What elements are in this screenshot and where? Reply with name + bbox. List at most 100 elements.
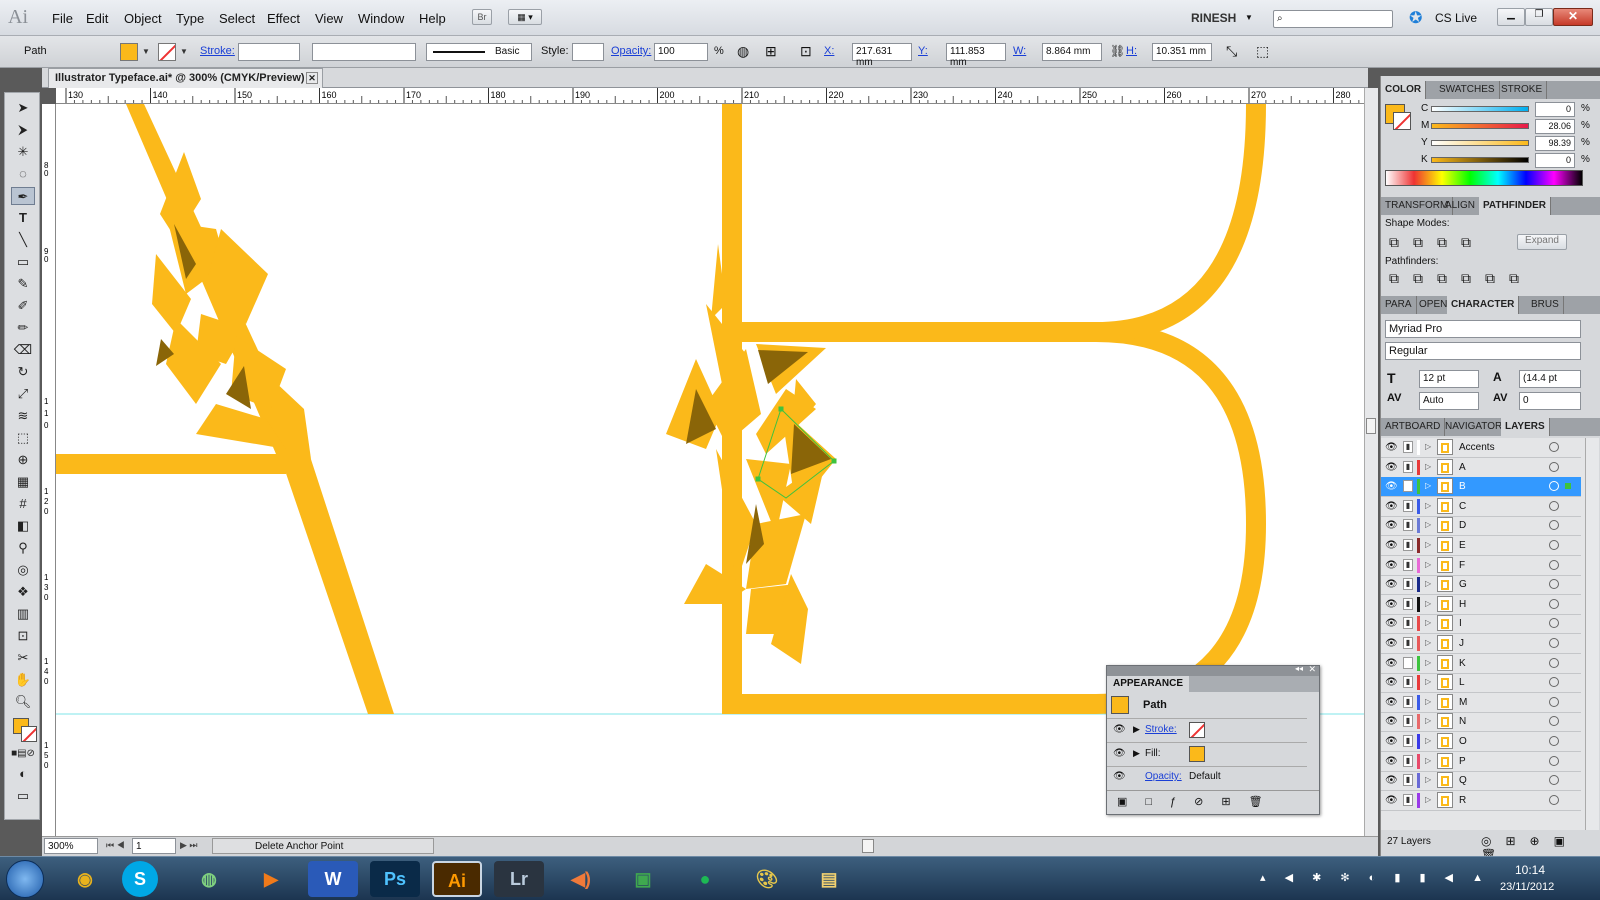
visibility-eye-icon[interactable]: 👁︎ <box>1385 520 1398 531</box>
lock-icon[interactable]: ▮ <box>1403 499 1413 512</box>
word-taskbar-icon[interactable]: W <box>308 861 358 897</box>
layer-row[interactable]: 👁︎ ▮ ▷ D <box>1381 516 1581 537</box>
visibility-eye-icon[interactable]: 👁︎ <box>1385 677 1398 688</box>
visibility-eye-icon[interactable]: 👁︎ <box>1385 560 1398 571</box>
brush-definition[interactable]: Basic <box>426 43 532 61</box>
target-icon[interactable] <box>1549 755 1559 766</box>
target-icon[interactable] <box>1549 618 1559 629</box>
visibility-eye-icon[interactable]: 👁︎ <box>1385 795 1398 806</box>
color-channel-m[interactable]: M 28.06% <box>1421 119 1597 135</box>
y-field[interactable]: 111.853 mm <box>946 43 1006 68</box>
tab-brushes[interactable]: BRUS <box>1527 296 1564 314</box>
expand-arrow-icon[interactable]: ▷ <box>1425 697 1431 706</box>
media-player-taskbar-icon[interactable]: ▶ <box>246 861 296 897</box>
monitor-taskbar-icon[interactable]: ▣ <box>618 861 668 897</box>
appearance-stroke-label[interactable]: Stroke: <box>1145 724 1177 735</box>
letter-a[interactable] <box>56 104 394 714</box>
visibility-eye-icon[interactable]: 👁︎ <box>1385 599 1398 610</box>
menu-effect[interactable]: Effect <box>267 11 300 26</box>
expand-arrow-icon[interactable]: ▷ <box>1425 599 1431 608</box>
tab-pathfinder[interactable]: PATHFINDER <box>1479 197 1551 215</box>
appearance-opacity-row[interactable]: 👁︎ Opacity: Default <box>1107 766 1307 788</box>
layer-row[interactable]: 👁︎ ▮ ▷ P <box>1381 752 1581 772</box>
zoom-field[interactable]: 300% <box>44 838 98 854</box>
paint-taskbar-icon[interactable]: 🎨︎ <box>742 861 792 897</box>
menu-view[interactable]: View <box>315 11 343 26</box>
expand-arrow-icon[interactable]: ▷ <box>1425 677 1431 686</box>
visibility-eye-icon[interactable]: 👁︎ <box>1385 481 1398 492</box>
align-icon[interactable]: ⊞ <box>765 43 777 60</box>
menu-file[interactable]: File <box>52 11 73 26</box>
isolate-object-icon[interactable]: ⬚ <box>1256 43 1269 60</box>
constrain-proportions-icon[interactable]: ⛓ <box>1110 44 1125 58</box>
x-label[interactable]: X: <box>824 45 834 57</box>
lock-icon[interactable]: ▮ <box>1403 735 1413 747</box>
visibility-eye-icon[interactable]: 👁︎ <box>1385 638 1398 649</box>
menu-object[interactable]: Object <box>124 11 162 26</box>
bridge-button[interactable]: Br <box>472 9 492 25</box>
appearance-action-buttons[interactable]: ▣□ƒ⊘⊞🗑︎ <box>1117 795 1281 808</box>
artboard-tool-icon[interactable]: ⊡ <box>11 627 35 645</box>
lock-icon[interactable]: ▮ <box>1403 695 1413 708</box>
rotate-tool-icon[interactable]: ↻ <box>11 363 35 381</box>
close-button[interactable]: ✕ <box>1553 8 1593 26</box>
gradient-tool-icon[interactable]: ◧ <box>11 517 35 535</box>
screen-mode-icon[interactable]: ▭ <box>11 787 35 805</box>
w-field[interactable]: 8.864 mm <box>1042 43 1102 61</box>
expand-arrow-icon[interactable]: ▷ <box>1425 462 1431 471</box>
lasso-tool-icon[interactable]: ◌ <box>11 165 35 183</box>
target-icon[interactable] <box>1549 598 1559 609</box>
lock-icon[interactable]: ▮ <box>1403 558 1413 571</box>
menu-help[interactable]: Help <box>419 11 446 26</box>
layer-row[interactable]: 👁︎ ▮ ▷ C <box>1381 497 1581 517</box>
channel-slider[interactable] <box>1431 157 1529 163</box>
tab-paragraph[interactable]: PARA <box>1381 296 1417 314</box>
transform-icon[interactable]: ⤡ <box>1226 43 1237 60</box>
target-icon[interactable] <box>1549 794 1559 805</box>
color-channel-c[interactable]: C 0% <box>1421 102 1597 118</box>
appearance-stroke-swatch[interactable] <box>1189 722 1205 738</box>
tab-align[interactable]: ALIGN <box>1441 197 1481 215</box>
layer-row[interactable]: 👁︎ ▮ ▷ G <box>1381 575 1581 596</box>
stroke-dropdown[interactable]: ▼ <box>180 47 188 56</box>
target-icon[interactable] <box>1549 657 1559 668</box>
illustrator-taskbar-icon[interactable]: Ai <box>432 861 482 897</box>
visibility-eye-icon[interactable]: 👁︎ <box>1385 540 1398 551</box>
target-icon[interactable] <box>1549 716 1559 727</box>
chrome-taskbar-icon[interactable]: ◉ <box>60 861 110 897</box>
type-tool-icon[interactable]: T <box>11 209 35 227</box>
layer-row[interactable]: 👁︎ ▮ ▷ A <box>1381 458 1581 478</box>
target-icon[interactable] <box>1549 579 1559 590</box>
menu-edit[interactable]: Edit <box>86 11 108 26</box>
hand-tool-icon[interactable]: ✋ <box>11 671 35 689</box>
expand-arrow-icon[interactable]: ▶ <box>1133 724 1140 735</box>
visibility-eye-icon[interactable]: 👁︎ <box>1385 756 1398 767</box>
visibility-eye-icon[interactable]: 👁︎ <box>1385 501 1398 512</box>
h-label[interactable]: H: <box>1126 45 1137 57</box>
target-icon[interactable] <box>1549 461 1559 472</box>
layer-row[interactable]: 👁︎ ▮ ▷ R <box>1381 791 1581 811</box>
expand-arrow-icon[interactable]: ▶ <box>1133 748 1140 759</box>
channel-slider[interactable] <box>1431 140 1529 146</box>
appearance-stroke-row[interactable]: 👁︎ ▶ Stroke: <box>1107 718 1307 742</box>
variable-width-profile[interactable] <box>312 43 416 61</box>
pen-tool-icon[interactable]: ✒ <box>11 187 35 205</box>
blend-tool-icon[interactable]: ◎ <box>11 561 35 579</box>
h-field[interactable]: 10.351 mm <box>1152 43 1212 61</box>
lock-icon[interactable]: ▮ <box>1403 519 1413 532</box>
document-tab[interactable]: Illustrator Typeface.ai* @ 300% (CMYK/Pr… <box>48 68 323 88</box>
target-icon[interactable] <box>1549 677 1559 688</box>
artboard-number-field[interactable]: 1 <box>132 838 176 854</box>
lock-icon[interactable]: ▮ <box>1403 793 1413 806</box>
target-icon[interactable] <box>1549 442 1559 452</box>
w-label[interactable]: W: <box>1013 45 1026 57</box>
appearance-fill-swatch[interactable] <box>1189 746 1205 762</box>
visibility-eye-icon[interactable]: 👁︎ <box>1385 442 1398 453</box>
lock-icon[interactable]: ▮ <box>1403 617 1413 630</box>
eye-icon[interactable]: 👁︎ <box>1113 724 1126 735</box>
vertical-scrollbar[interactable] <box>1364 88 1378 836</box>
close-document-icon[interactable]: ✕ <box>306 72 318 84</box>
workspace-switcher[interactable]: RINESH <box>1191 11 1236 25</box>
warp-tool-icon[interactable]: ≋ <box>11 407 35 425</box>
layer-row[interactable]: 👁︎ ▮ ▷ O <box>1381 732 1581 752</box>
